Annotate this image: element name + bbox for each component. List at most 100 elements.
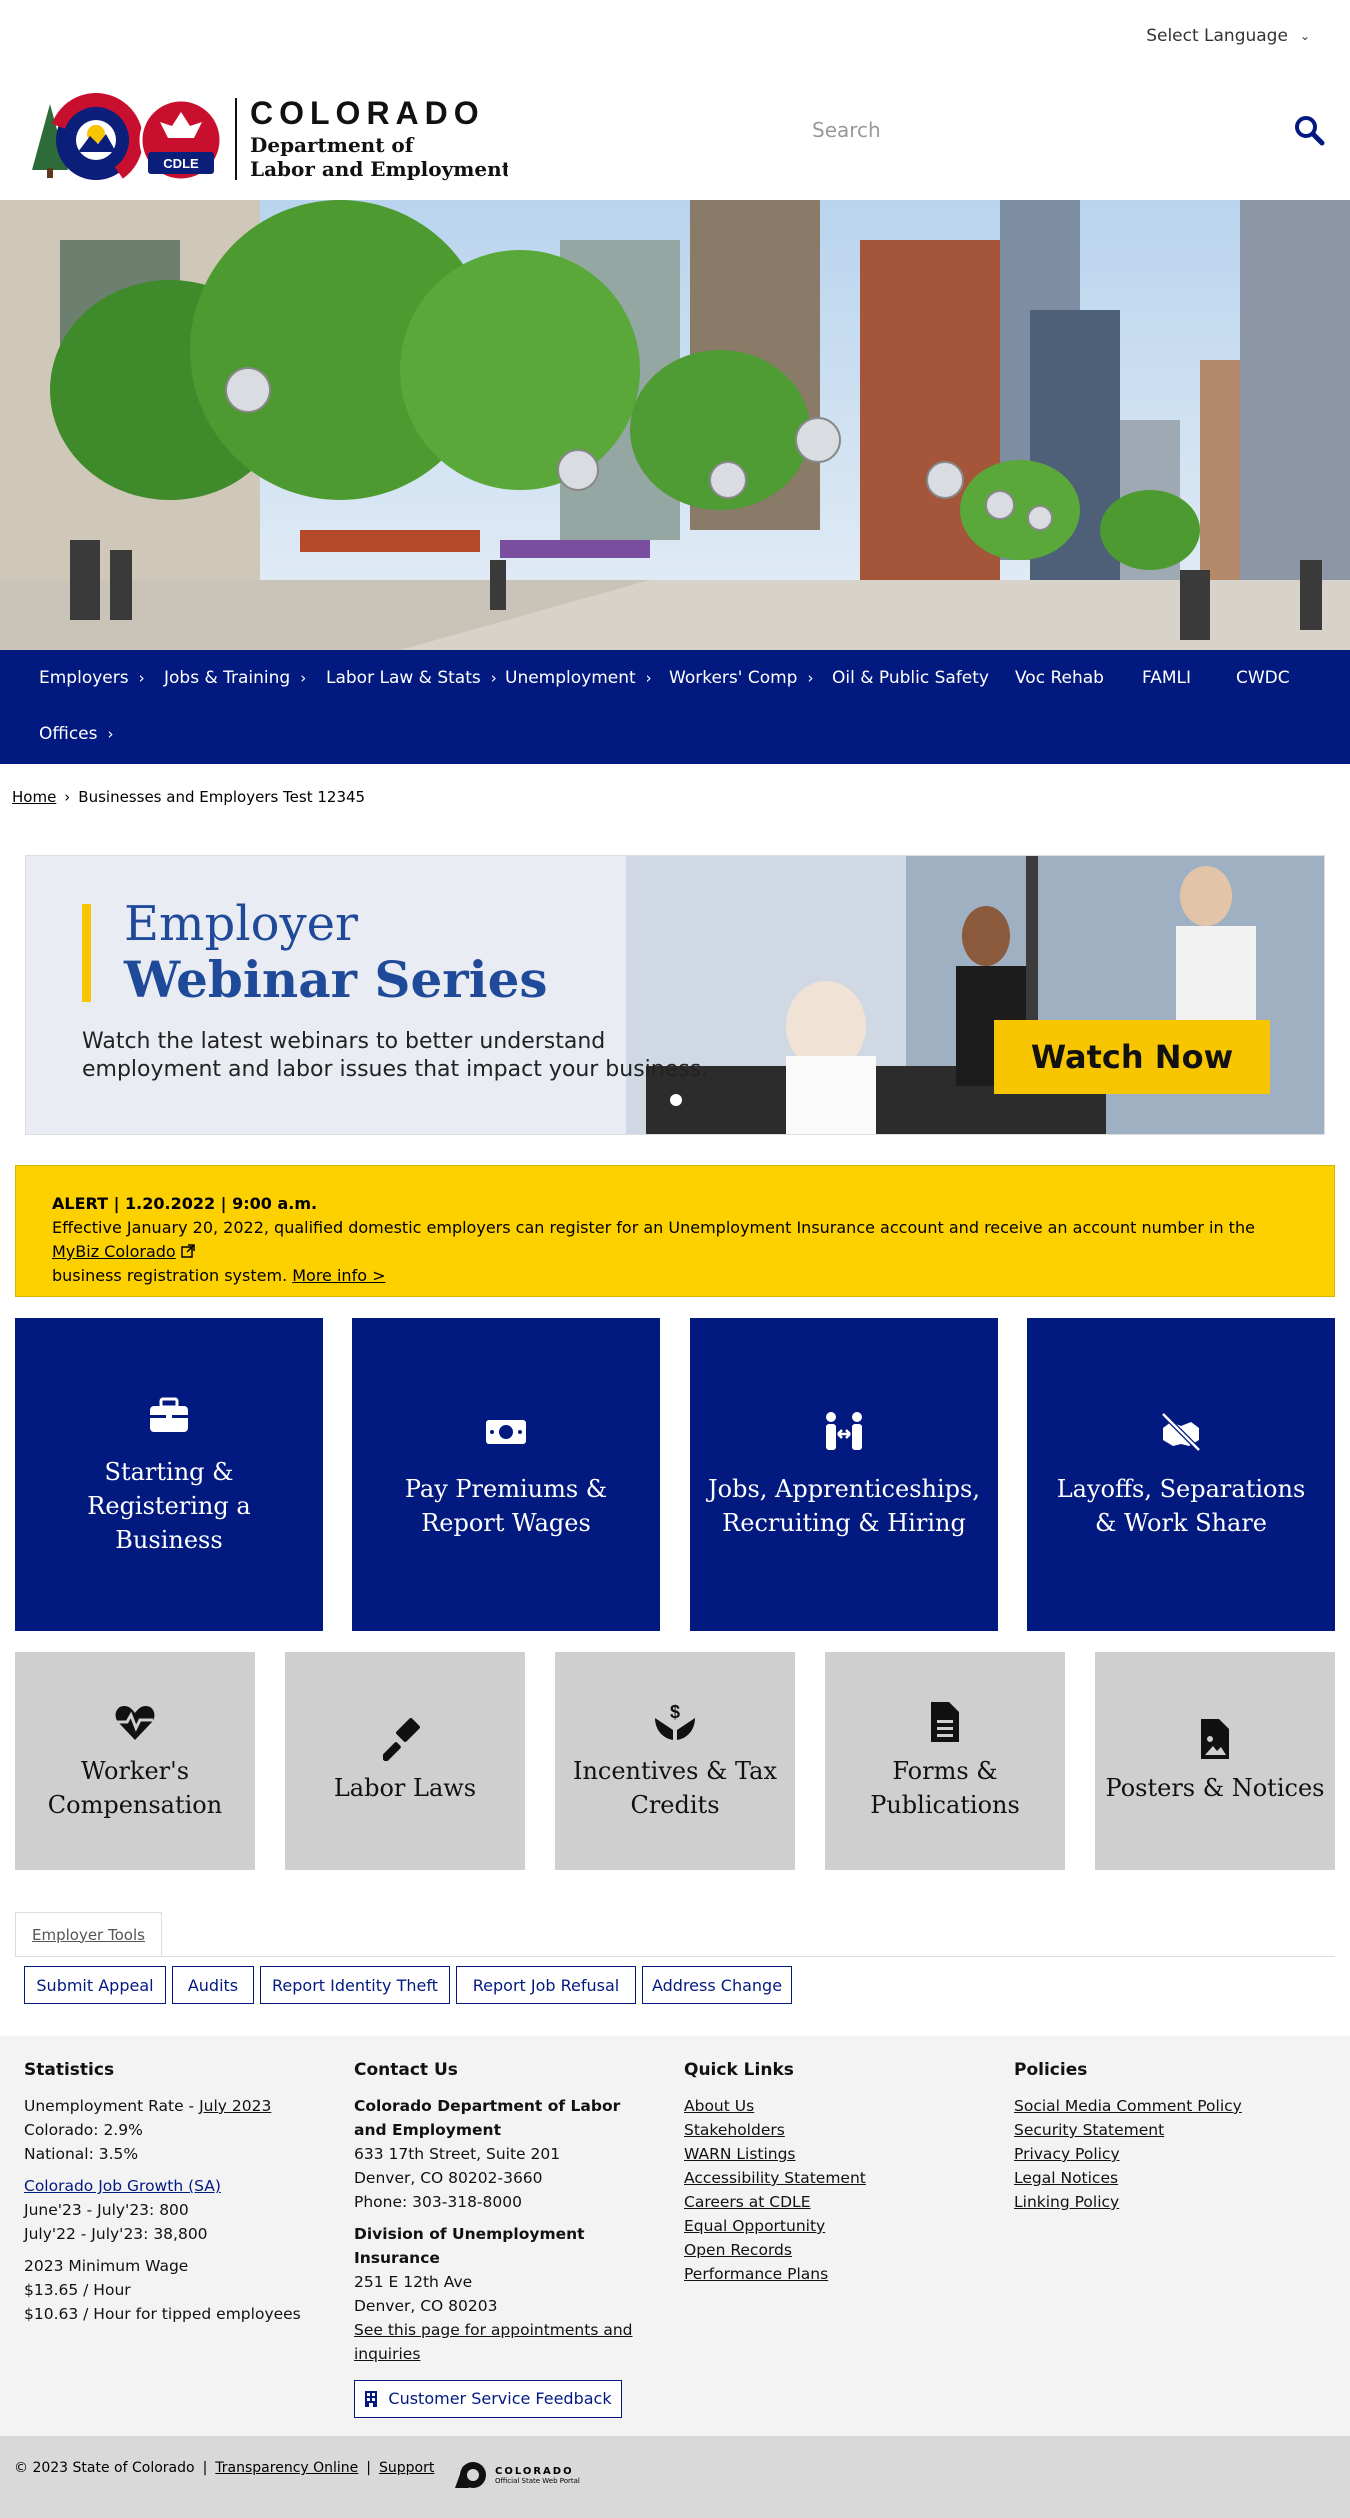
customer-service-feedback-button[interactable]: Customer Service Feedback [354,2380,622,2418]
quick-link-stakeholders[interactable]: Stakeholders [684,2118,974,2142]
banner-accent-bar [82,904,91,1002]
portal-subtitle: Official State Web Portal [495,2476,580,2485]
nav-item-workers-comp[interactable]: Workers' Comp › [669,668,813,688]
alert-box: ALERT | 1.20.2022 | 9:00 a.m. Effective … [15,1165,1335,1297]
policy-linking[interactable]: Linking Policy [1014,2190,1324,2214]
more-info-link[interactable]: More info > [292,1266,385,1285]
hero-image [0,200,1350,650]
search-button[interactable] [1293,114,1325,146]
nav-item-offices[interactable]: Offices › [39,724,113,744]
bottom-bar: © 2023 State of Colorado | Transparency … [0,2436,1350,2518]
submit-appeal-button[interactable]: Submit Appeal [24,1966,166,2004]
search-icon [1295,116,1325,146]
chevron-right-icon: › [490,669,497,687]
tile-starting-registering[interactable]: Starting & Registering a Business [15,1318,323,1631]
tab-divider [15,1956,1335,1957]
people-arrows-icon [826,1411,862,1450]
logo-badge: CDLE [163,156,199,171]
search-input[interactable]: Search [812,118,881,142]
alert-heading: ALERT | 1.20.2022 | 9:00 a.m. [52,1194,318,1213]
chevron-right-icon: › [645,669,652,687]
briefcase-icon [150,1397,188,1432]
mybiz-colorado-link[interactable]: MyBiz Colorado [52,1242,176,1261]
nav-item-unemployment[interactable]: Unemployment › [505,668,652,688]
colorado-portal-icon [455,2462,486,2488]
policy-legal-notices[interactable]: Legal Notices [1014,2166,1324,2190]
banner-title-line2: Webinar Series [124,950,548,1009]
tile-pay-premiums[interactable]: Pay Premiums & Report Wages [352,1318,660,1631]
footer-statistics: Statistics Unemployment Rate - July 2023… [24,2058,344,2326]
breadcrumb-separator: › [64,788,71,806]
handshake-slash-icon [1161,1411,1201,1452]
policy-privacy[interactable]: Privacy Policy [1014,2142,1324,2166]
cdle-logo[interactable]: CDLE COLORADO Department of Labor and Em… [28,82,512,187]
breadcrumb: Home › Businesses and Employers Test 123… [12,788,365,806]
footer-contact: Contact Us Colorado Department of Labor … [354,2058,644,2418]
logo-state: COLORADO [250,95,485,131]
nav-item-employers[interactable]: Employers › [39,668,145,688]
breadcrumb-current: Businesses and Employers Test 12345 [78,788,366,806]
policy-social-media[interactable]: Social Media Comment Policy [1014,2094,1324,2118]
breadcrumb-home-link[interactable]: Home [12,788,56,806]
footer-quick-links: Quick Links About Us Stakeholders WARN L… [684,2058,974,2286]
audits-button[interactable]: Audits [172,1966,254,2004]
chevron-right-icon: › [107,725,114,743]
main-nav: Employers › Jobs & Training › Labor Law & … [0,650,1350,764]
policies-heading: Policies [1014,2060,1088,2080]
tile-workers-compensation[interactable]: Worker's Compensation [15,1652,255,1870]
nav-item-voc-rehab[interactable]: Voc Rehab [1015,668,1104,688]
file-lines-icon [931,1702,959,1742]
chevron-right-icon: › [807,669,814,687]
nav-item-famli[interactable]: FAMLI [1142,668,1191,688]
footer: Statistics Unemployment Rate - July 2023… [0,2036,1350,2436]
language-selector[interactable]: Select Language ⌄ [1146,26,1310,46]
quick-link-performance-plans[interactable]: Performance Plans [684,2262,974,2286]
job-growth-link[interactable]: Colorado Job Growth (SA) [24,2174,344,2198]
quick-link-accessibility[interactable]: Accessibility Statement [684,2166,974,2190]
gavel-icon [383,1718,420,1761]
address-change-button[interactable]: Address Change [642,1966,792,2004]
contact-heading: Contact Us [354,2060,458,2080]
tile-labor-laws[interactable]: Labor Laws [285,1652,525,1870]
transparency-online-link[interactable]: Transparency Online [215,2460,358,2476]
tile-forms-publications[interactable]: Forms & Publications [825,1652,1065,1870]
nav-item-oil-public-safety[interactable]: Oil & Public Safety [832,668,989,688]
appointments-link[interactable]: See this page for appointments and inqui… [354,2318,644,2366]
state-portal-logo[interactable]: COLORADO Official State Web Portal [455,2460,580,2490]
hand-dollar-icon: $ [655,1702,695,1740]
tile-layoffs-separations[interactable]: Layoffs, Separations & Work Share [1027,1318,1335,1631]
chevron-right-icon: › [138,669,145,687]
unemployment-rate-link[interactable]: July 2023 [199,2097,271,2115]
search-placeholder: Search [812,118,881,142]
heart-pulse-icon [115,1706,155,1740]
quick-link-equal-opportunity[interactable]: Equal Opportunity [684,2214,974,2238]
tile-incentives-tax-credits[interactable]: $ Incentives & Tax Credits [555,1652,795,1870]
watch-now-button[interactable]: Watch Now [994,1020,1270,1094]
quick-links-heading: Quick Links [684,2060,794,2080]
webinar-banner[interactable]: Employer Webinar Series Watch the latest… [25,855,1325,1135]
tile-jobs-apprenticeships[interactable]: Jobs, Apprenticeships, Recruiting & Hiri… [690,1318,998,1631]
report-job-refusal-button[interactable]: Report Job Refusal [456,1966,636,2004]
language-label: Select Language [1146,26,1288,46]
nav-item-jobs-training[interactable]: Jobs & Training › [164,668,306,688]
alert-body: Effective January 20, 2022, qualified do… [52,1218,1255,1285]
quick-link-careers[interactable]: Careers at CDLE [684,2190,974,2214]
chevron-right-icon: › [300,669,307,687]
carousel-dot[interactable] [670,1094,682,1106]
quick-link-about-us[interactable]: About Us [684,2094,974,2118]
support-link[interactable]: Support [379,2460,434,2476]
banner-subtitle: Watch the latest webinars to better unde… [82,1029,709,1082]
logo-line1: Department of [250,133,415,157]
footer-policies: Policies Social Media Comment Policy Sec… [1014,2058,1324,2214]
money-icon [486,1419,526,1444]
colorado-c-logo-icon: CDLE COLORADO Department of Labor and Em… [32,93,512,187]
quick-link-open-records[interactable]: Open Records [684,2238,974,2262]
external-link-icon [181,1244,195,1258]
quick-link-warn-listings[interactable]: WARN Listings [684,2142,974,2166]
policy-security[interactable]: Security Statement [1014,2118,1324,2142]
tile-posters-notices[interactable]: Posters & Notices [1095,1652,1335,1870]
nav-item-cwdc[interactable]: CWDC [1236,668,1290,688]
tab-employer-tools[interactable]: Employer Tools [15,1912,162,1956]
report-identity-theft-button[interactable]: Report Identity Theft [260,1966,450,2004]
nav-item-labor-law[interactable]: Labor Law & Stats › [326,668,497,688]
